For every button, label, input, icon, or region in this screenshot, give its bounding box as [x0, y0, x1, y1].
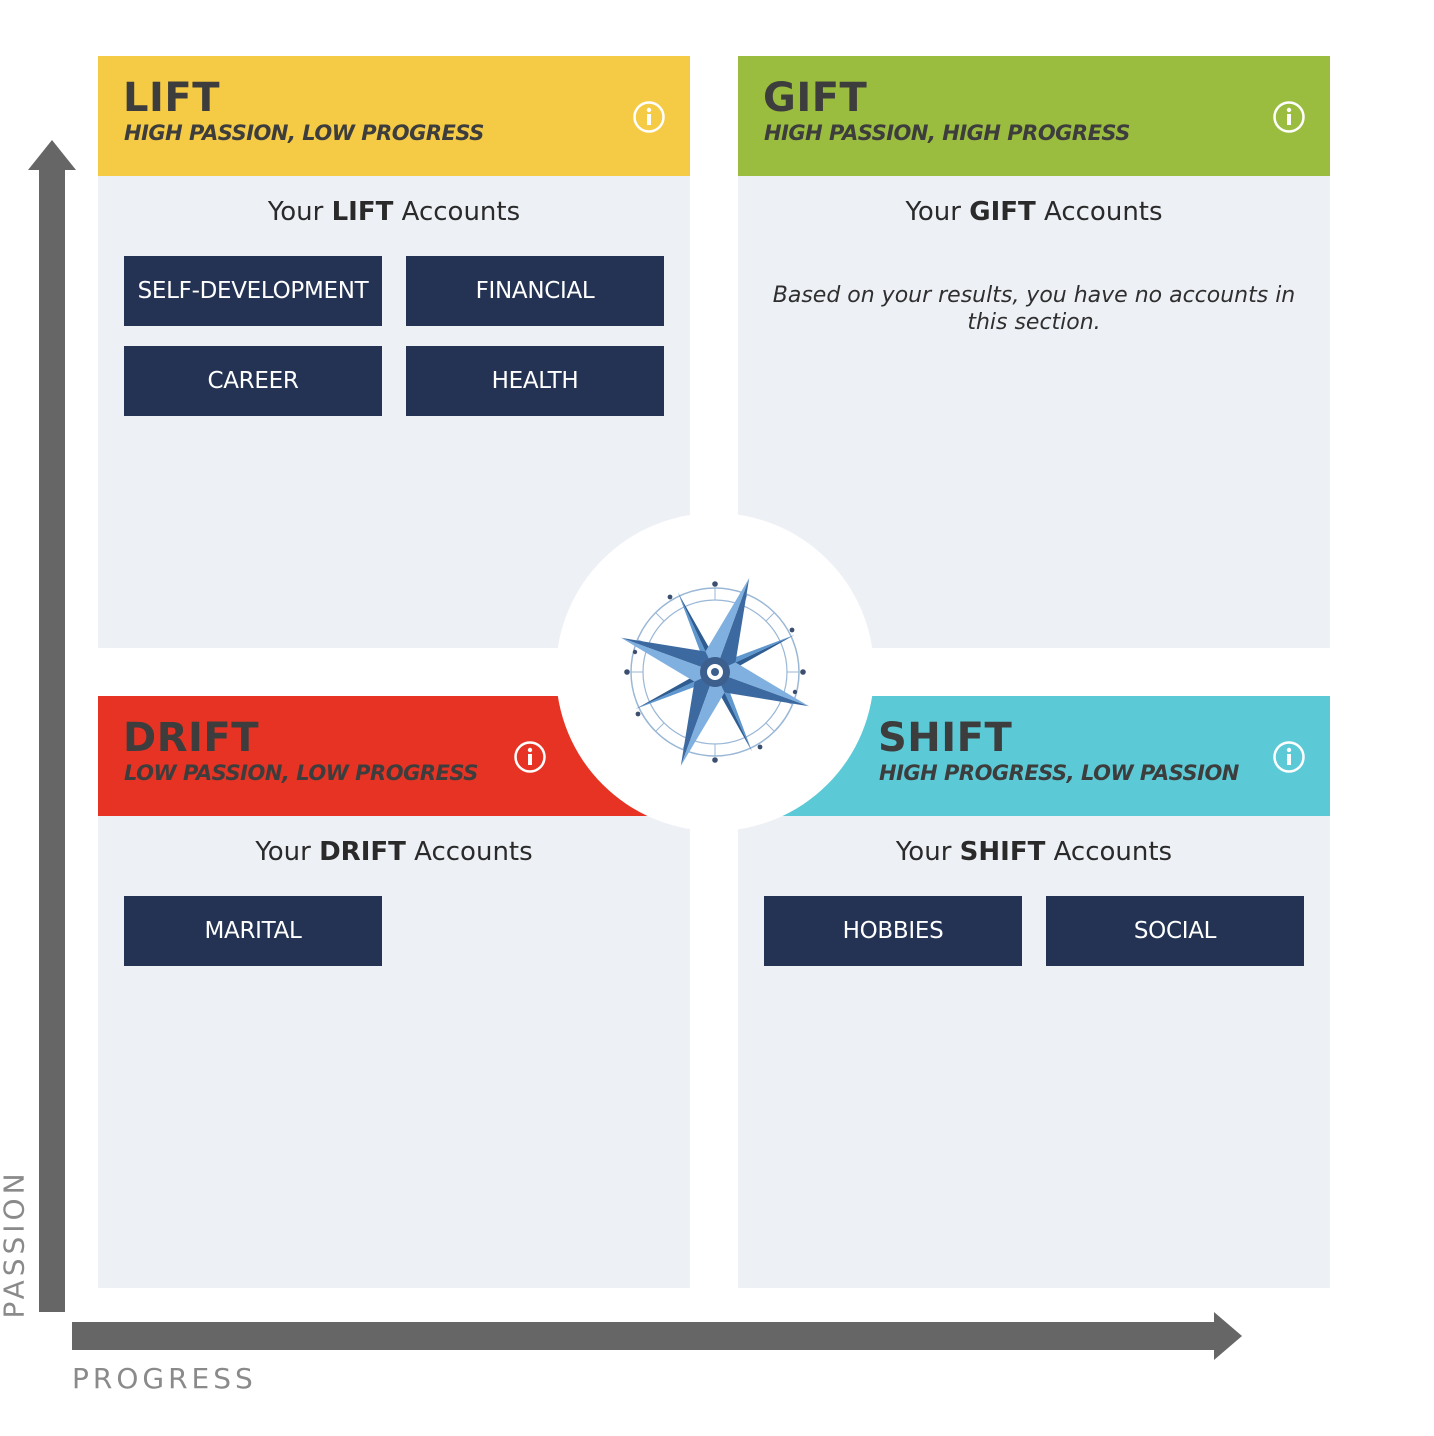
info-icon[interactable]	[1272, 740, 1306, 774]
lift-accounts-label: Your LIFT Accounts	[267, 197, 521, 227]
gift-empty-message: Based on your results, you have no accou…	[772, 283, 1296, 335]
compass-emblem	[556, 513, 874, 831]
drift-accounts-label: Your DRIFT Accounts	[255, 837, 533, 867]
compass-rose-icon	[621, 578, 809, 766]
progress-axis-label: PROGRESS	[72, 1362, 257, 1395]
shift-subtitle: HIGH PROGRESS, LOW PASSION	[879, 761, 1239, 785]
drift-title: DRIFT	[123, 715, 259, 761]
gift-subtitle: HIGH PASSION, HIGH PROGRESS	[764, 121, 1130, 145]
passion-axis-arrow	[28, 140, 76, 1312]
gift-title: GIFT	[763, 75, 868, 121]
account-button-health[interactable]: HEALTH	[406, 346, 664, 416]
account-button-career[interactable]: CAREER	[124, 346, 382, 416]
shift-accounts-label: Your SHIFT Accounts	[895, 837, 1173, 867]
drift-subtitle: LOW PASSION, LOW PROGRESS	[124, 761, 478, 785]
gift-header: GIFT HIGH PASSION, HIGH PROGRESS	[738, 56, 1330, 176]
account-button-hobbies[interactable]: HOBBIES	[764, 896, 1022, 966]
progress-axis-arrow	[72, 1312, 1242, 1360]
account-button-social[interactable]: SOCIAL	[1046, 896, 1304, 966]
info-icon[interactable]	[1272, 100, 1306, 134]
account-button-financial[interactable]: FINANCIAL	[406, 256, 664, 326]
gift-accounts-label: Your GIFT Accounts	[905, 197, 1163, 227]
shift-title: SHIFT	[878, 715, 1013, 761]
lift-subtitle: HIGH PASSION, LOW PROGRESS	[124, 121, 484, 145]
account-button-self-development[interactable]: SELF-DEVELOPMENT	[124, 256, 382, 326]
account-button-marital[interactable]: MARITAL	[124, 896, 382, 966]
lift-header: LIFT HIGH PASSION, LOW PROGRESS	[98, 56, 690, 176]
info-icon[interactable]	[632, 100, 666, 134]
info-icon[interactable]	[513, 740, 547, 774]
lift-title: LIFT	[123, 75, 220, 121]
